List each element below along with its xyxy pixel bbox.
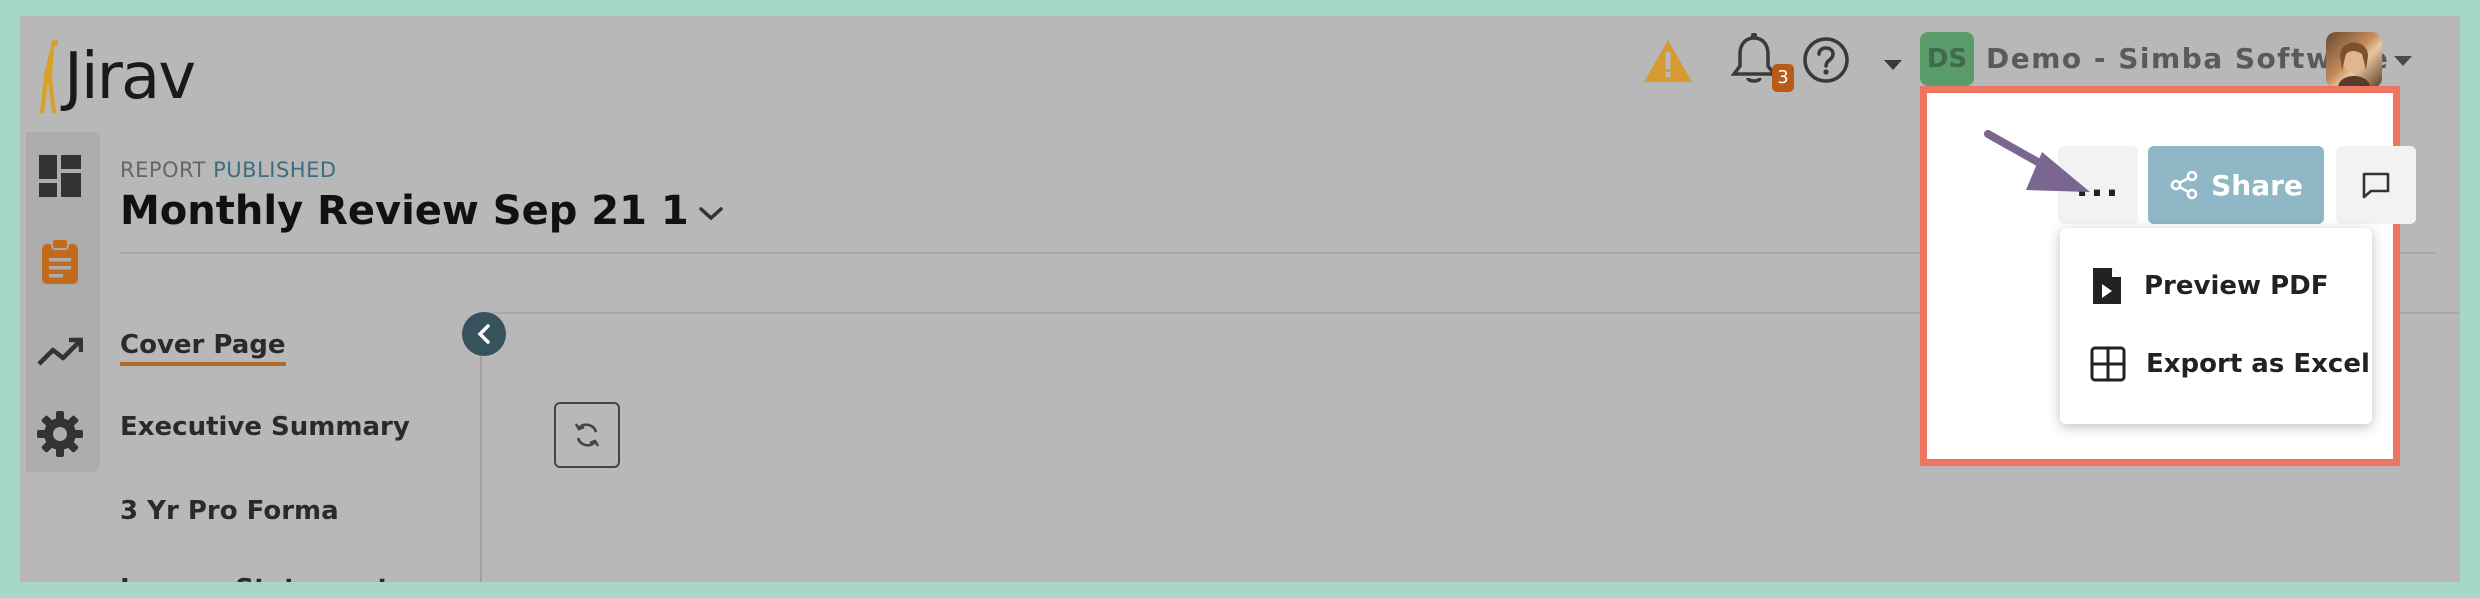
share-icon	[2170, 170, 2198, 200]
warning-icon[interactable]	[1642, 38, 1694, 88]
help-icon[interactable]	[1802, 36, 1850, 88]
share-button[interactable]: Share	[2148, 146, 2324, 224]
share-button-label: Share	[2211, 168, 2303, 202]
settings-gear-icon[interactable]	[34, 408, 86, 460]
dashboard-icon[interactable]	[34, 150, 86, 202]
refresh-icon	[574, 423, 600, 447]
report-title-chevron-down-icon[interactable]	[698, 206, 724, 226]
nav-item-income-statement[interactable]: Income Statement	[120, 574, 390, 582]
refresh-button[interactable]	[554, 402, 620, 468]
grid-icon	[2090, 346, 2126, 382]
reports-clipboard-icon[interactable]	[34, 236, 86, 288]
report-title[interactable]: Monthly Review Sep 21 1	[120, 188, 689, 234]
jirav-logo[interactable]: Jirav	[36, 32, 196, 122]
menu-item-export-excel-label: Export as Excel	[2146, 349, 2370, 379]
comments-button[interactable]	[2336, 146, 2416, 224]
annotation-arrow	[1960, 112, 2100, 208]
menu-item-export-excel[interactable]: Export as Excel	[2090, 346, 2370, 382]
help-menu-chevron-down-icon[interactable]	[1884, 60, 1902, 70]
trending-up-icon[interactable]	[34, 326, 86, 378]
user-initials-badge[interactable]: DS	[1920, 32, 1974, 86]
file-pdf-icon	[2093, 268, 2121, 304]
giraffe-icon	[40, 39, 58, 113]
chevron-left-icon	[477, 324, 490, 344]
sidebar-divider	[480, 328, 482, 582]
menu-item-preview-pdf-label: Preview PDF	[2144, 271, 2329, 301]
logo-text: Jirav	[64, 40, 196, 114]
nav-item-executive-summary[interactable]: Executive Summary	[120, 412, 410, 442]
nav-item-3yr-pro-forma[interactable]: 3 Yr Pro Forma	[120, 496, 339, 526]
report-status: REPORT PUBLISHED	[120, 158, 337, 182]
collapse-sidebar-button[interactable]	[462, 312, 506, 356]
report-status-value: PUBLISHED	[213, 158, 337, 182]
notification-count-badge: 3	[1772, 64, 1794, 92]
nav-item-cover-page[interactable]: Cover Page	[120, 330, 286, 366]
menu-item-preview-pdf[interactable]: Preview PDF	[2090, 266, 2328, 306]
report-status-prefix: REPORT	[120, 158, 206, 182]
account-menu-chevron-down-icon[interactable]	[2394, 56, 2412, 66]
notifications-bell-icon[interactable]	[1730, 32, 1778, 92]
more-actions-menu: Preview PDF Export as Excel	[2060, 228, 2372, 424]
user-avatar[interactable]	[2326, 32, 2382, 88]
comment-icon	[2362, 172, 2390, 199]
